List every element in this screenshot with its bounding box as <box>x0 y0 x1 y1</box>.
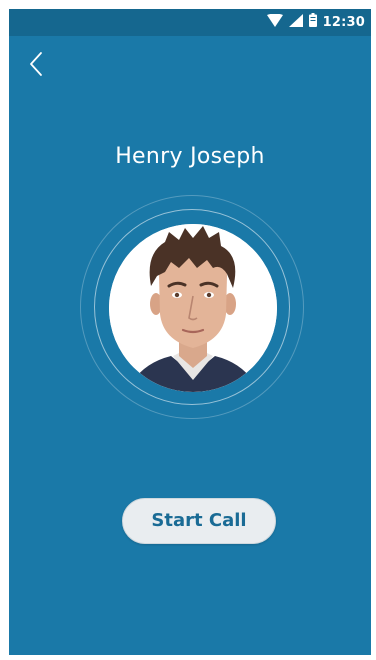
status-time: 12:30 <box>322 15 365 30</box>
contact-photo <box>109 224 277 392</box>
wifi-icon <box>266 13 283 32</box>
chevron-left-icon <box>30 52 42 76</box>
status-icons: 12:30 <box>266 9 365 36</box>
contact-name: Henry Joseph <box>115 144 265 169</box>
cellular-signal-icon <box>288 13 303 32</box>
battery-icon <box>308 13 317 32</box>
status-bar: 12:30 <box>9 9 371 36</box>
back-button[interactable] <box>25 49 51 79</box>
start-call-button[interactable]: Start Call <box>122 498 276 544</box>
call-screen: 12:30 Henry Joseph Start Call <box>9 9 371 655</box>
avatar <box>109 224 277 392</box>
